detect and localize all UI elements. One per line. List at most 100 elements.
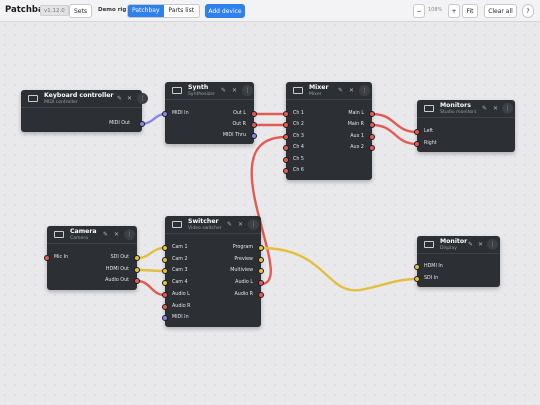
edit-icon[interactable]: ✎ <box>338 87 343 94</box>
cable-camera-hdmi-to-switcher-cam3[interactable] <box>135 268 167 273</box>
port-synth-midi-thru[interactable] <box>251 133 257 139</box>
port-monitors-left[interactable] <box>414 129 420 135</box>
close-icon[interactable]: ✕ <box>114 231 119 238</box>
edit-icon[interactable]: ✎ <box>221 87 226 94</box>
node-subtitle: MIDI controller <box>44 100 78 105</box>
port-switcher-audio-l-in[interactable] <box>162 292 168 298</box>
port-camera-hdmi-out[interactable] <box>134 267 140 273</box>
port-monitor-sdi-in[interactable] <box>414 276 420 282</box>
zoom-out-button[interactable]: − <box>413 4 425 18</box>
port-switcher-program[interactable] <box>258 245 264 251</box>
node-header[interactable]: Switcher Video switcher ✎ ✕ ⋮ <box>165 216 261 234</box>
port-label-main-l: Main L <box>348 111 364 116</box>
close-icon[interactable]: ✕ <box>493 105 498 112</box>
cable-switcher-program-to-monitor-sdi[interactable] <box>259 246 419 292</box>
port-mixer-ch5[interactable] <box>283 157 289 163</box>
node-subtitle: Display <box>440 246 457 251</box>
node-mixer[interactable]: Mixer Mixer ✎ ✕ ⋮ Ch 1 Ch 2 Ch 3 Ch 4 Ch… <box>286 82 372 180</box>
port-label-audio-r-out: Audio R <box>234 292 254 297</box>
port-switcher-cam4[interactable] <box>162 280 168 286</box>
port-switcher-audio-l-out[interactable] <box>258 280 264 286</box>
port-switcher-audio-r-out[interactable] <box>258 292 264 298</box>
port-mixer-ch6[interactable] <box>283 168 289 174</box>
port-camera-sdi-out[interactable] <box>134 255 140 261</box>
fit-button[interactable]: Fit <box>462 4 478 18</box>
close-icon[interactable]: ✕ <box>232 87 237 94</box>
port-label-sdi-in: SDI In <box>424 276 439 281</box>
menu-icon[interactable]: ⋮ <box>137 93 148 104</box>
menu-icon[interactable]: ⋮ <box>248 219 259 230</box>
node-header[interactable]: Camera Camera ✎ ✕ ⋮ <box>47 226 137 244</box>
node-title: Keyboard controller <box>44 92 114 99</box>
port-mixer-main-r[interactable] <box>369 122 375 128</box>
tab-patchbay[interactable]: Patchbay <box>128 5 164 17</box>
menu-icon[interactable]: ⋮ <box>487 239 498 250</box>
port-switcher-cam1[interactable] <box>162 245 168 251</box>
port-mixer-ch1[interactable] <box>283 111 289 117</box>
port-mixer-ch4[interactable] <box>283 145 289 151</box>
close-icon[interactable]: ✕ <box>238 221 243 228</box>
edit-icon[interactable]: ✎ <box>468 241 473 248</box>
port-camera-mic-in[interactable] <box>44 255 50 261</box>
node-header[interactable]: Monitor Display ✎ ✕ ⋮ <box>417 236 500 254</box>
port-mixer-ch3[interactable] <box>283 134 289 140</box>
node-header[interactable]: Keyboard controller MIDI controller ✎ ✕ … <box>21 90 148 108</box>
port-label-main-r: Main R <box>347 122 364 127</box>
port-mixer-aux1[interactable] <box>369 134 375 140</box>
menu-icon[interactable]: ⋮ <box>502 103 513 114</box>
port-mixer-ch2[interactable] <box>283 122 289 128</box>
port-switcher-preview[interactable] <box>258 257 264 263</box>
port-label-cam1: Cam 1 <box>172 245 188 250</box>
node-title: Mixer <box>309 84 329 91</box>
port-monitor-hdmi-in[interactable] <box>414 264 420 270</box>
edit-icon[interactable]: ✎ <box>227 221 232 228</box>
edit-icon[interactable]: ✎ <box>103 231 108 238</box>
edit-icon[interactable]: ✎ <box>482 105 487 112</box>
close-icon[interactable]: ✕ <box>349 87 354 94</box>
node-monitors[interactable]: Monitors Studio monitors ✎ ✕ ⋮ Left Righ… <box>417 100 515 152</box>
node-switcher[interactable]: Switcher Video switcher ✎ ✕ ⋮ Cam 1 Cam … <box>165 216 261 327</box>
menu-icon[interactable]: ⋮ <box>242 85 253 96</box>
zoom-in-button[interactable]: + <box>448 4 460 18</box>
tab-parts-list[interactable]: Parts list <box>164 5 200 17</box>
port-switcher-multiview[interactable] <box>258 268 264 274</box>
close-icon[interactable]: ✕ <box>478 241 483 248</box>
node-header[interactable]: Mixer Mixer ✎ ✕ ⋮ <box>286 82 372 100</box>
port-mixer-aux2[interactable] <box>369 145 375 151</box>
port-switcher-cam3[interactable] <box>162 268 168 274</box>
node-monitor[interactable]: Monitor Display ✎ ✕ ⋮ HDMI In SDI In <box>417 236 500 287</box>
port-synth-out-l[interactable] <box>251 111 257 117</box>
clear-all-button[interactable]: Clear all <box>484 4 517 18</box>
cable-camera-audio-to-switcher-audiol[interactable] <box>135 279 167 297</box>
port-label-hdmi-out: HDMI Out <box>105 267 129 272</box>
keyboard-icon <box>28 95 38 102</box>
sets-button[interactable]: Sets <box>69 4 92 18</box>
close-icon[interactable]: ✕ <box>127 95 132 102</box>
node-synth[interactable]: Synth Synthesizer ✎ ✕ ⋮ MIDI In Out L Ou… <box>165 82 254 144</box>
menu-icon[interactable]: ⋮ <box>124 229 135 240</box>
cable-mixer-mainl-to-monitors-left[interactable] <box>370 112 419 134</box>
port-monitors-right[interactable] <box>414 141 420 147</box>
node-keyboard-controller[interactable]: Keyboard controller MIDI controller ✎ ✕ … <box>21 90 148 132</box>
port-camera-audio-out[interactable] <box>134 278 140 284</box>
add-device-button[interactable]: Add device <box>205 4 245 18</box>
node-header[interactable]: Synth Synthesizer ✎ ✕ ⋮ <box>165 82 254 100</box>
node-header[interactable]: Monitors Studio monitors ✎ ✕ ⋮ <box>417 100 515 118</box>
port-synth-midi-in[interactable] <box>162 111 168 117</box>
port-label-right: Right <box>424 141 437 146</box>
cable-mixer-mainr-to-monitors-right[interactable] <box>370 123 419 146</box>
port-switcher-audio-r-in[interactable] <box>162 304 168 310</box>
menu-icon[interactable]: ⋮ <box>359 85 370 96</box>
port-mixer-main-l[interactable] <box>369 111 375 117</box>
help-button[interactable]: ? <box>522 4 534 18</box>
port-label-ch5: Ch 5 <box>293 157 304 162</box>
edit-icon[interactable]: ✎ <box>117 95 122 102</box>
port-switcher-midi-in[interactable] <box>162 315 168 321</box>
cable-camera-sdi-to-switcher-cam1[interactable] <box>135 246 167 260</box>
port-label-ch4: Ch 4 <box>293 145 304 150</box>
port-synth-out-r[interactable] <box>251 122 257 128</box>
node-camera[interactable]: Camera Camera ✎ ✕ ⋮ Mic In SDI Out HDMI … <box>47 226 137 290</box>
rig-name: Demo rig <box>98 7 127 13</box>
port-keyboard-midi-out[interactable] <box>139 121 145 127</box>
port-switcher-cam2[interactable] <box>162 257 168 263</box>
